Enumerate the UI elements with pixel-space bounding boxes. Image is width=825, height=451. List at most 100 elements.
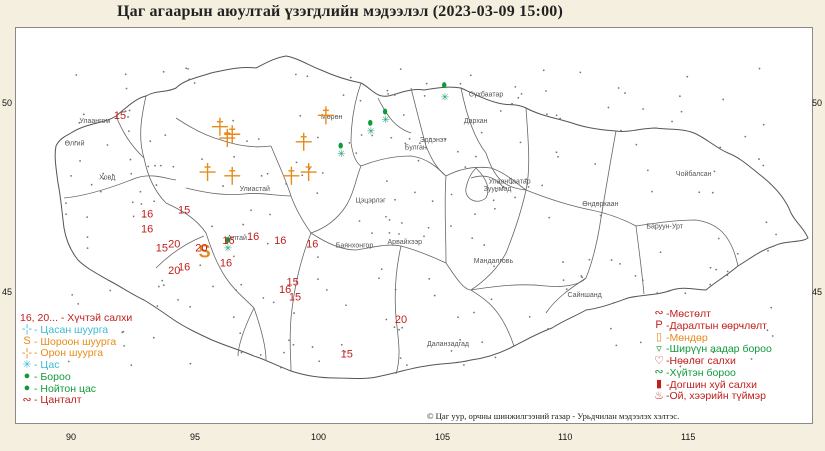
region-label: Эрдэнэт xyxy=(420,137,448,144)
wind-speed-label: 16 xyxy=(247,231,259,243)
station-dot xyxy=(620,129,622,132)
legend-item: ∾ -Мөстөлт xyxy=(652,308,772,320)
station-dot xyxy=(542,69,545,72)
station-dot xyxy=(77,302,80,305)
station-dot xyxy=(292,343,295,346)
station-dot xyxy=(722,98,725,101)
station-dot xyxy=(709,283,712,286)
region-label: Булган xyxy=(405,144,427,151)
station-dot xyxy=(388,219,391,221)
station-dot xyxy=(124,73,127,76)
station-dot xyxy=(316,136,319,139)
lon-label-105: 105 xyxy=(435,432,451,442)
region-label: Арвайхээр xyxy=(388,238,423,246)
station-dot xyxy=(294,73,297,76)
station-dot xyxy=(473,311,475,314)
station-dot xyxy=(394,198,396,201)
station-dot xyxy=(185,67,188,70)
region-label: Сайншанд xyxy=(567,291,601,299)
wind-speed-label: 15 xyxy=(178,205,190,217)
station-dot xyxy=(155,184,158,186)
station-dot xyxy=(617,87,620,89)
station-dot xyxy=(579,71,582,74)
station-dot xyxy=(634,275,637,277)
legend-symbol-icon: ∾ xyxy=(654,307,664,320)
station-dot xyxy=(715,268,718,271)
legend-item: ● - Бороо xyxy=(20,371,132,383)
legend-symbol-icon: ∾ xyxy=(22,393,32,406)
station-dot xyxy=(514,196,517,199)
legend-symbol-icon: -¦- xyxy=(21,323,33,336)
lon-label-115: 115 xyxy=(681,432,696,442)
station-dot xyxy=(359,99,362,102)
station-dot xyxy=(321,172,324,174)
station-dot xyxy=(177,298,180,301)
station-dot xyxy=(79,160,81,162)
station-dot xyxy=(90,183,93,186)
station-dot xyxy=(394,288,397,291)
station-dot xyxy=(400,222,403,224)
legend-label: - Цасан шуурга xyxy=(34,323,109,336)
station-dot xyxy=(619,262,621,265)
legend-label: - Орон шуурга xyxy=(34,347,104,360)
station-dot xyxy=(149,140,152,143)
snowstorm-marker xyxy=(317,106,334,125)
station-dot xyxy=(147,165,150,168)
station-dot xyxy=(355,152,358,155)
station-dot xyxy=(463,364,465,366)
legend-left: 16, 20... - Хүчтэй салхи -¦- - Цасан шуург… xyxy=(20,312,132,407)
station-dot xyxy=(82,113,85,116)
station-dot xyxy=(172,165,175,168)
legend-symbol-icon: ∾ xyxy=(654,366,664,379)
station-dot xyxy=(393,326,396,329)
station-dot xyxy=(624,92,626,94)
station-dot xyxy=(131,201,134,204)
station-dot xyxy=(588,258,591,261)
snow-marker: ✳ xyxy=(382,115,390,126)
station-dot xyxy=(154,164,156,167)
wind-speed-label: 15 xyxy=(114,110,126,122)
station-dot xyxy=(547,327,549,330)
station-dot xyxy=(86,247,89,250)
station-dot xyxy=(744,135,747,138)
station-dot xyxy=(680,110,683,113)
station-dot xyxy=(546,113,548,116)
legend-item: ♡ -Нөөлөг салхи xyxy=(652,355,772,367)
station-dot xyxy=(519,141,522,144)
credit-line: © Цаг уур, орчны шинжилгээний газар - Ур… xyxy=(427,411,680,421)
legend-symbol-icon: -¦- xyxy=(21,346,33,359)
region-label: Өндөрхаан xyxy=(582,201,618,208)
station-dot xyxy=(240,283,243,286)
legend-right: ∾ -Мөстөлт P -Даралтын өөрчлөлт ▯ -Мөндөр ▿ -Ши… xyxy=(652,308,772,403)
station-dot xyxy=(545,90,547,92)
station-dot xyxy=(360,134,363,136)
station-dot xyxy=(656,292,659,294)
wind-speed-label: 15 xyxy=(156,242,168,254)
station-dot xyxy=(317,278,319,281)
station-dot xyxy=(189,362,192,365)
snowstorm-marker xyxy=(300,163,317,182)
province-borders xyxy=(63,82,739,375)
station-dot xyxy=(127,116,129,118)
legend-item: P -Даралтын өөрчлөлт xyxy=(652,320,772,332)
station-dot xyxy=(762,123,765,126)
station-dot xyxy=(260,174,263,177)
station-dot xyxy=(541,184,544,187)
station-dot xyxy=(159,164,162,167)
station-dot xyxy=(599,214,602,217)
region-label: Сүхбаатар xyxy=(469,90,503,98)
station-dot xyxy=(266,172,269,175)
legend-label: -Даралтын өөрчлөлт xyxy=(666,319,767,332)
legend-label: -Хүйтэн бороо xyxy=(666,366,736,379)
station-dot xyxy=(385,215,387,218)
station-dot xyxy=(459,82,462,85)
station-dot xyxy=(555,151,558,154)
station-dot xyxy=(232,316,235,319)
snow-marker: ✳ xyxy=(337,149,345,160)
station-dot xyxy=(156,305,159,307)
legend-label: - Бороо xyxy=(34,370,71,383)
station-dot xyxy=(132,215,135,218)
station-dot xyxy=(428,277,431,280)
station-dot xyxy=(499,110,502,112)
region-label: Мандалговь xyxy=(474,258,514,265)
